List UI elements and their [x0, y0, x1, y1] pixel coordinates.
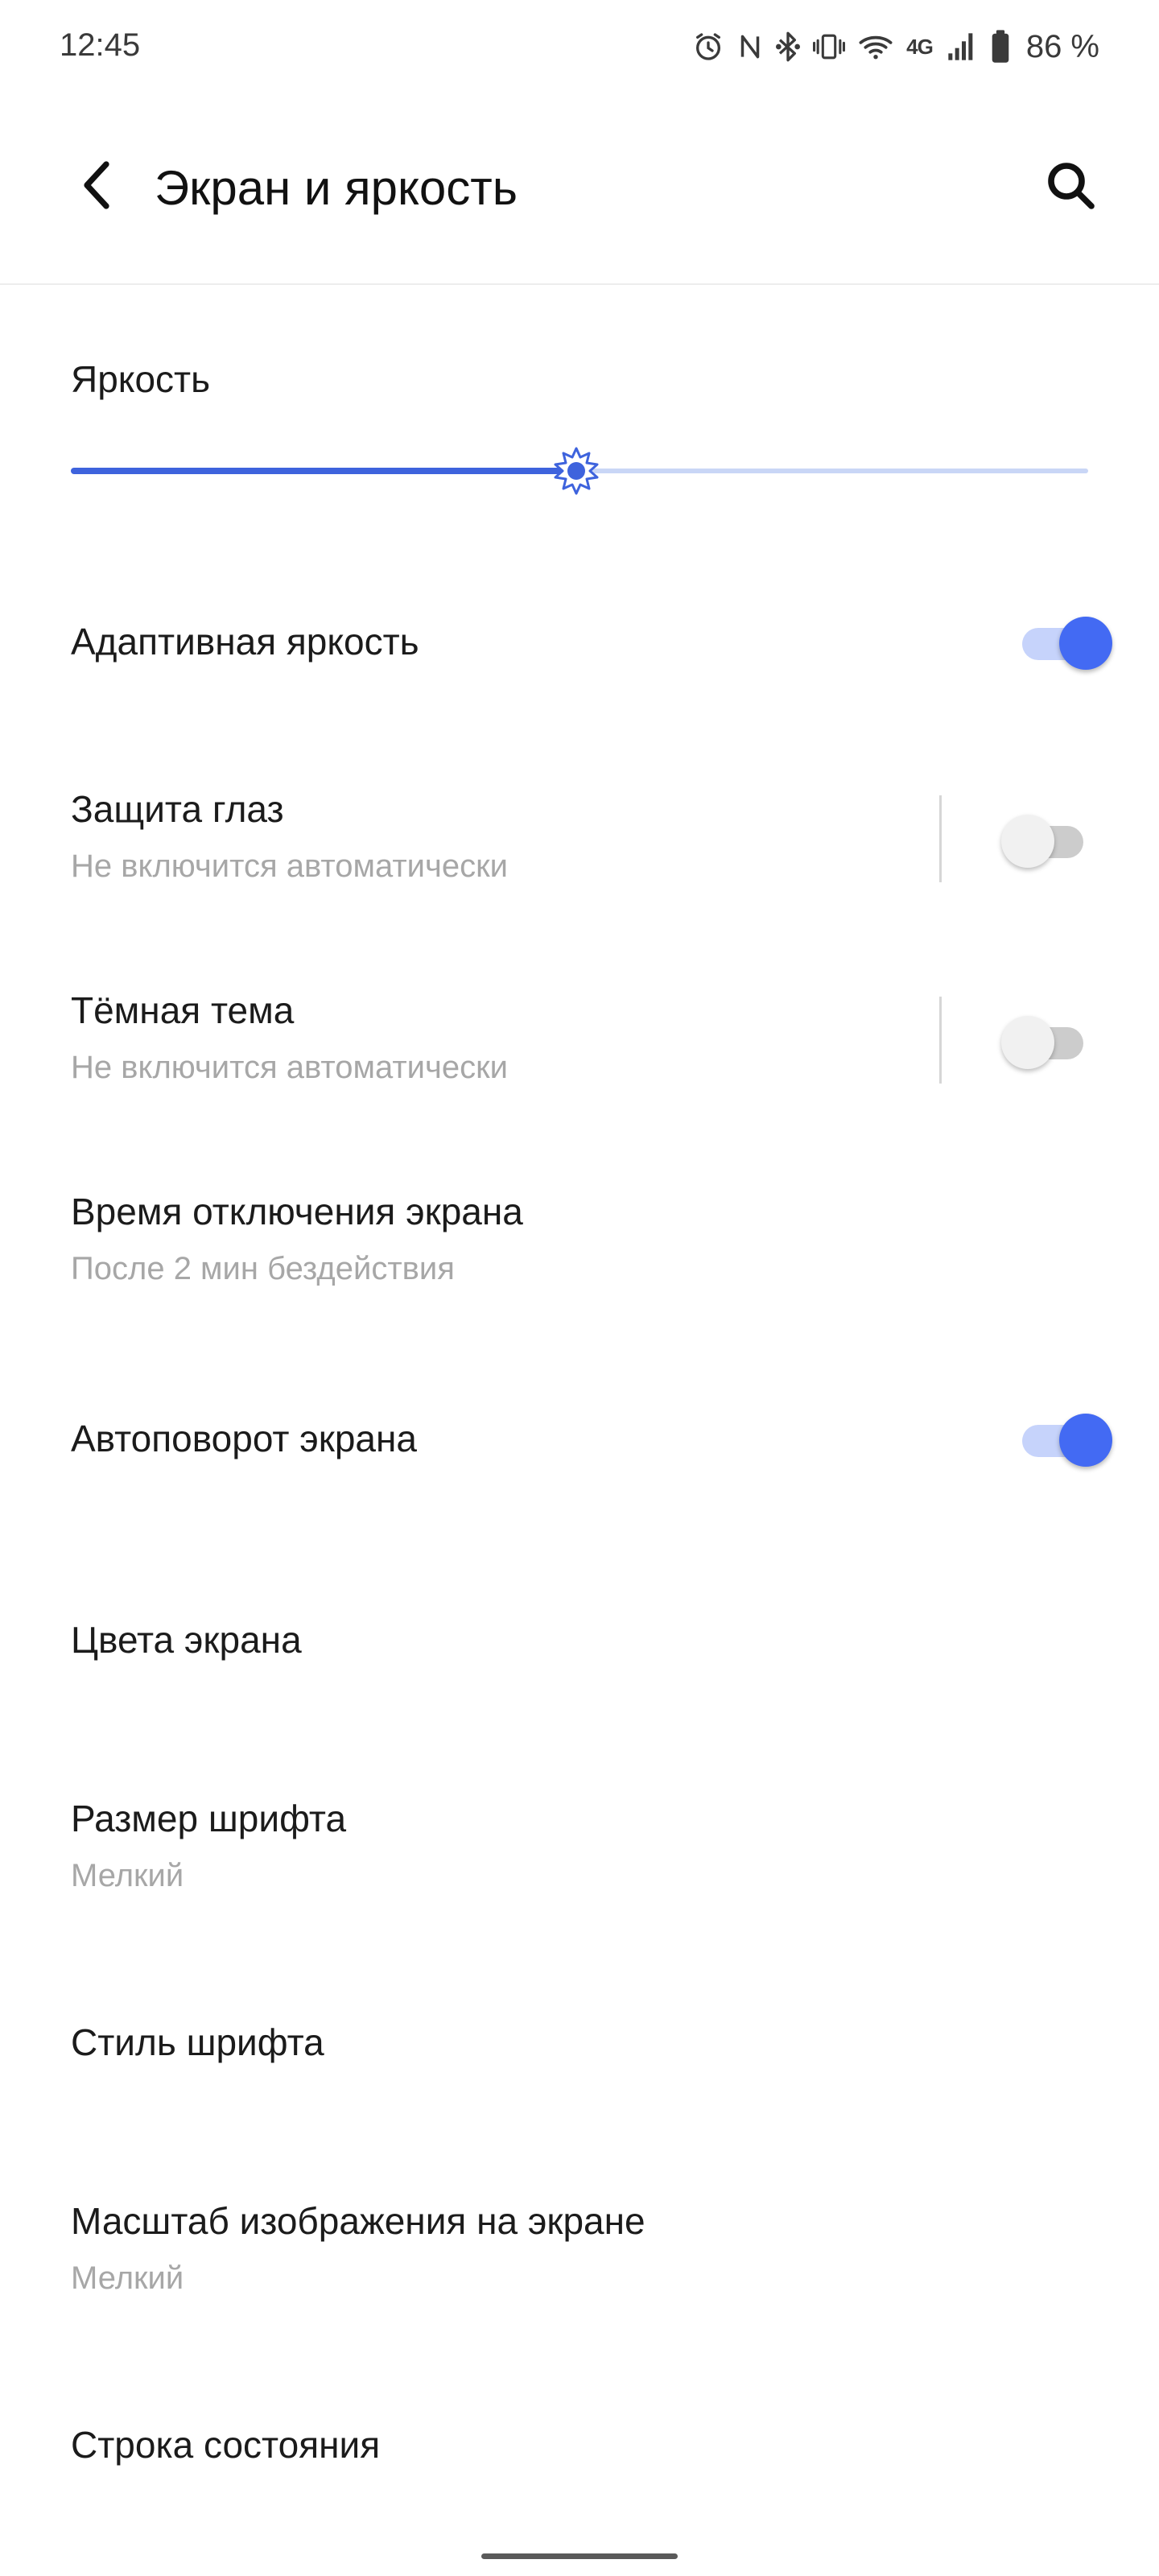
- font-size-subtitle: Мелкий: [71, 1858, 184, 1893]
- chevron-left-icon: [84, 161, 109, 209]
- network-4g-icon: 4G: [906, 34, 934, 59]
- display-scale-title: Масштаб изображения на экране: [71, 2200, 645, 2242]
- slider-fill: [71, 468, 576, 474]
- dark-theme-toggle[interactable]: [998, 1011, 1087, 1069]
- eye-protection-row[interactable]: Защита глаз Не включится автоматически: [0, 773, 1159, 934]
- adaptive-brightness-title: Адаптивная яркость: [71, 621, 419, 663]
- status-time: 12:45: [60, 27, 141, 63]
- app-header: Экран и яркость: [0, 93, 1159, 285]
- battery-icon: [991, 27, 1010, 66]
- search-button[interactable]: [1038, 153, 1103, 217]
- wifi-icon: [858, 27, 893, 66]
- status-bar-setting-title: Строка состояния: [71, 2424, 381, 2466]
- font-size-title: Размер шрифта: [71, 1798, 347, 1839]
- dark-theme-row[interactable]: Тёмная тема Не включится автоматически: [0, 974, 1159, 1135]
- auto-rotate-toggle[interactable]: [1017, 1409, 1112, 1467]
- screen-timeout-row[interactable]: Время отключения экрана После 2 мин безд…: [0, 1175, 1159, 1336]
- adaptive-brightness-toggle[interactable]: [1017, 612, 1112, 670]
- screen-timeout-subtitle: После 2 мин бездействия: [71, 1251, 455, 1286]
- font-style-title: Стиль шрифта: [71, 2021, 324, 2063]
- status-bar-setting-row[interactable]: Строка состояния: [0, 2391, 1159, 2512]
- display-scale-subtitle: Мелкий: [71, 2260, 184, 2296]
- brightness-sun-icon[interactable]: [552, 447, 600, 495]
- search-icon: [1048, 163, 1095, 209]
- toggle-knob: [1059, 1414, 1112, 1467]
- brightness-label: Яркость: [71, 358, 211, 400]
- back-button[interactable]: [64, 153, 129, 217]
- navigation-handle[interactable]: [481, 2553, 678, 2559]
- alarm-icon: [692, 27, 724, 66]
- font-style-row[interactable]: Стиль шрифта: [0, 1988, 1159, 2109]
- screen-colors-title: Цвета экрана: [71, 1619, 302, 1661]
- signal-icon: [946, 27, 978, 66]
- nfc-icon: [737, 27, 763, 66]
- screen-colors-row[interactable]: Цвета экрана: [0, 1586, 1159, 1707]
- auto-rotate-title: Автоповорот экрана: [71, 1418, 417, 1459]
- font-size-row[interactable]: Размер шрифта Мелкий: [0, 1782, 1159, 1943]
- screen-timeout-title: Время отключения экрана: [71, 1191, 523, 1232]
- eye-protection-title: Защита глаз: [71, 788, 284, 830]
- brightness-slider[interactable]: [71, 447, 1088, 495]
- battery-percent: 86 %: [1025, 28, 1099, 64]
- status-icons: 4G 86 %: [692, 24, 1099, 69]
- page-title: Экран и яркость: [155, 161, 518, 215]
- auto-rotate-row[interactable]: Автоповорот экрана: [0, 1385, 1159, 1505]
- status-bar: 12:45 4G 86 %: [0, 0, 1159, 93]
- vibrate-icon: [813, 27, 846, 66]
- row-divider: [939, 795, 942, 882]
- toggle-knob: [1001, 1016, 1054, 1069]
- adaptive-brightness-row[interactable]: Адаптивная яркость: [0, 580, 1159, 700]
- eye-protection-toggle[interactable]: [998, 810, 1087, 868]
- toggle-knob: [1059, 617, 1112, 670]
- row-divider: [939, 997, 942, 1084]
- bluetooth-icon: [776, 27, 801, 66]
- eye-protection-subtitle: Не включится автоматически: [71, 848, 508, 884]
- dark-theme-title: Тёмная тема: [71, 989, 295, 1031]
- toggle-knob: [1001, 815, 1054, 868]
- display-scale-row[interactable]: Масштаб изображения на экране Мелкий: [0, 2185, 1159, 2346]
- dark-theme-subtitle: Не включится автоматически: [71, 1050, 508, 1085]
